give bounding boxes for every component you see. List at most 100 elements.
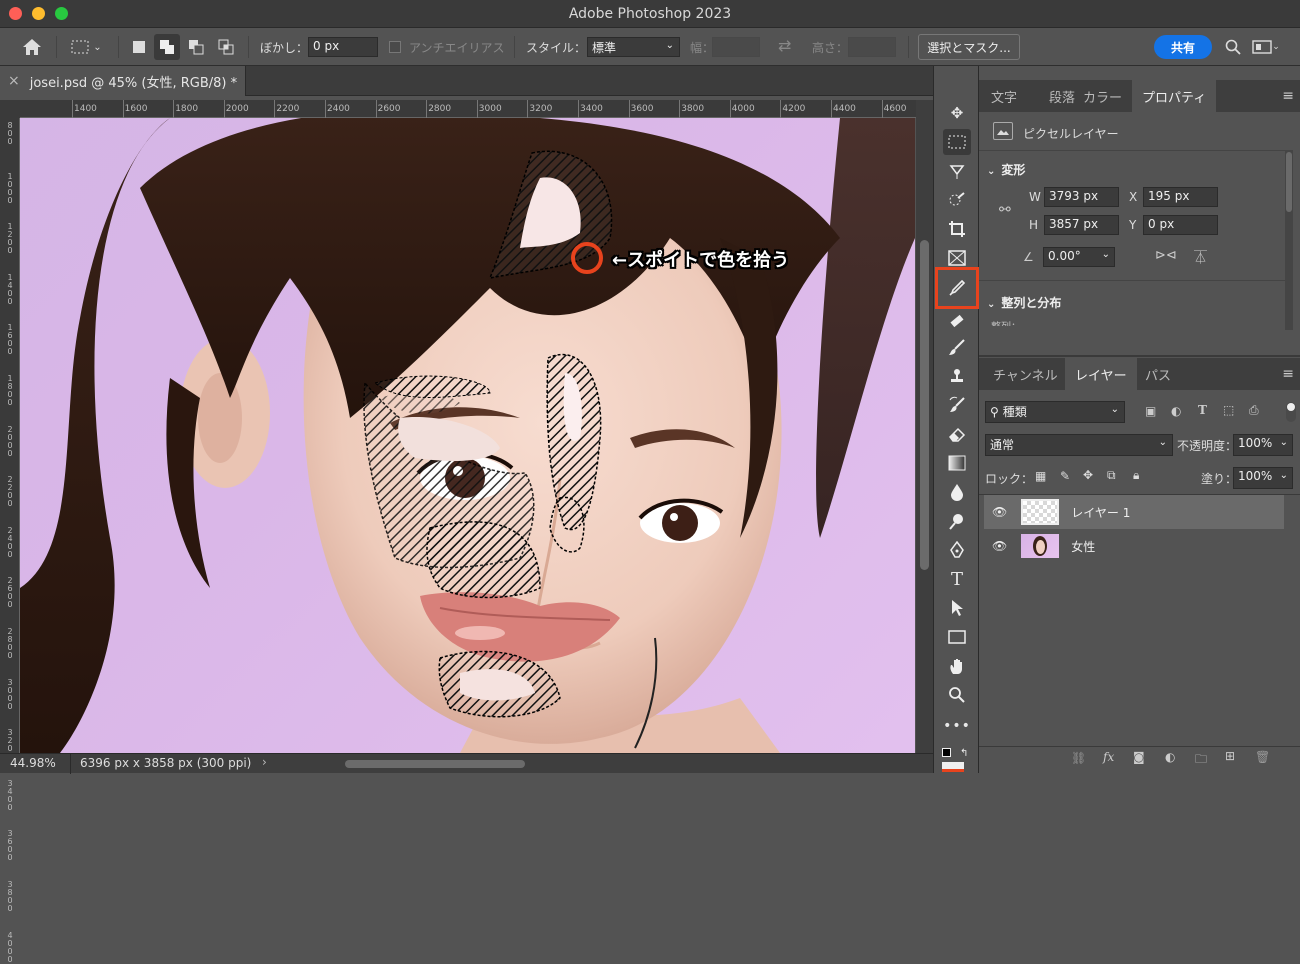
new-selection-icon[interactable] bbox=[128, 34, 150, 60]
dodge-tool-icon[interactable] bbox=[943, 508, 971, 534]
move-tool-icon[interactable]: ✥ bbox=[943, 100, 971, 126]
rectangular-marquee-tool-icon[interactable] bbox=[943, 129, 971, 155]
workspace-icon[interactable]: ⌄ bbox=[1252, 34, 1280, 60]
fill-input[interactable]: 100% ⌄ bbox=[1233, 467, 1293, 489]
add-mask-icon[interactable]: ◙ bbox=[1133, 750, 1145, 764]
brush-tool-icon[interactable] bbox=[943, 334, 971, 360]
y-input-field[interactable]: 0 px bbox=[1143, 215, 1218, 235]
panel-menu-icon[interactable]: ≡ bbox=[1282, 88, 1294, 104]
tab-paths[interactable]: パス bbox=[1135, 358, 1181, 390]
tab-channels[interactable]: チャンネル bbox=[983, 358, 1068, 390]
adjustment-layer-icon[interactable]: ◐ bbox=[1165, 750, 1175, 764]
zoom-level[interactable]: 44.98% bbox=[10, 756, 56, 770]
new-group-icon[interactable]: 🗀︎ bbox=[1195, 750, 1207, 771]
default-colors-icon[interactable] bbox=[942, 748, 951, 757]
layer-row-2[interactable]: 👁︎ 女性 bbox=[984, 529, 1284, 563]
history-brush-tool-icon[interactable] bbox=[943, 392, 971, 418]
lock-artboard-icon[interactable]: ⧉ bbox=[1107, 468, 1116, 483]
horizontal-scroll-thumb[interactable] bbox=[345, 760, 525, 768]
more-tools-icon[interactable]: ••• bbox=[943, 713, 971, 739]
gradient-tool-icon[interactable] bbox=[943, 450, 971, 476]
link-icon[interactable]: ⚯ bbox=[999, 202, 1011, 218]
zoom-tool-icon[interactable] bbox=[943, 682, 971, 708]
ruler-tick-label: 1400 bbox=[74, 104, 97, 114]
layer-name[interactable]: レイヤー 1 bbox=[1071, 504, 1130, 521]
lock-transparent-icon[interactable]: ▦ bbox=[1035, 469, 1046, 483]
status-menu-arrow-icon[interactable]: › bbox=[262, 755, 267, 769]
hand-tool-icon[interactable] bbox=[943, 653, 971, 679]
lock-all-icon[interactable]: 🔒︎ bbox=[1133, 468, 1139, 483]
properties-scroll-thumb[interactable] bbox=[1286, 152, 1292, 212]
intersect-selection-icon[interactable] bbox=[214, 34, 238, 60]
layer-filter-select[interactable]: ⚲ 種類 ⌄ bbox=[985, 401, 1125, 423]
delete-layer-icon[interactable]: 🗑︎ bbox=[1255, 750, 1270, 764]
vertical-scroll-thumb[interactable] bbox=[920, 240, 929, 570]
layers-panel-menu-icon[interactable]: ≡ bbox=[1282, 366, 1294, 382]
quick-selection-tool-icon[interactable] bbox=[943, 187, 971, 213]
type-tool-icon[interactable]: T bbox=[943, 566, 971, 592]
share-button[interactable]: 共有 bbox=[1154, 35, 1212, 59]
color-swatches[interactable]: ↰ bbox=[942, 748, 970, 772]
vertical-scrollbar[interactable] bbox=[916, 100, 933, 753]
tab-properties[interactable]: プロパティ bbox=[1132, 80, 1217, 112]
filter-toggle[interactable] bbox=[1286, 402, 1296, 422]
select-and-mask-button[interactable]: 選択とマスク... bbox=[918, 34, 1020, 60]
swap-icon[interactable]: ⇄ bbox=[778, 36, 791, 55]
crop-tool-icon[interactable] bbox=[943, 216, 971, 242]
flip-vertical-icon[interactable]: ⏄ bbox=[1194, 247, 1207, 266]
vertical-ruler[interactable]: 800 1000 1200 1400 1600 1800 2000 2200 2400 2600 2… bbox=[0, 118, 20, 963]
visibility-eye-icon[interactable]: 👁︎ bbox=[992, 505, 1007, 519]
transform-section-header[interactable]: ⌄ 変形 bbox=[987, 161, 1025, 178]
search-icon[interactable] bbox=[1222, 34, 1244, 60]
path-selection-tool-icon[interactable] bbox=[943, 595, 971, 621]
antialias-checkbox[interactable] bbox=[389, 41, 401, 53]
filter-adjustment-icon[interactable]: ◐ bbox=[1171, 404, 1181, 418]
height-input-field[interactable]: 3857 px bbox=[1044, 215, 1119, 235]
tab-layers[interactable]: レイヤー bbox=[1065, 358, 1137, 390]
width-input-field[interactable]: 3793 px bbox=[1044, 187, 1119, 207]
feather-input[interactable]: 0 px bbox=[308, 37, 378, 57]
layer-style-icon[interactable]: fx bbox=[1103, 750, 1114, 764]
document-canvas[interactable]: ←スポイトで色を拾う bbox=[20, 118, 915, 753]
marquee-preset-picker[interactable]: ⌄ bbox=[64, 34, 108, 60]
filter-smart-object-icon[interactable]: ⎙ bbox=[1249, 403, 1259, 418]
filter-shape-icon[interactable]: ⬚ bbox=[1223, 403, 1234, 417]
pen-tool-icon[interactable] bbox=[943, 537, 971, 563]
clone-stamp-tool-icon[interactable] bbox=[943, 363, 971, 389]
swap-colors-icon[interactable]: ↰ bbox=[960, 748, 968, 759]
blur-tool-icon[interactable] bbox=[943, 479, 971, 505]
layer-name[interactable]: 女性 bbox=[1071, 538, 1095, 555]
home-icon[interactable] bbox=[18, 34, 46, 60]
horizontal-ruler[interactable]: 1400 1600 1800 2000 2200 2400 2600 2800 3000 3200… bbox=[20, 100, 951, 118]
align-section-header[interactable]: ⌄ 整列と分布 bbox=[987, 294, 1061, 311]
lock-position-icon[interactable]: ✥ bbox=[1083, 468, 1093, 482]
subtract-selection-icon[interactable] bbox=[184, 34, 208, 60]
layer-row-1[interactable]: 👁︎ レイヤー 1 bbox=[984, 495, 1284, 529]
close-tab-icon[interactable]: × bbox=[8, 73, 20, 89]
new-layer-icon[interactable]: ⊞ bbox=[1225, 749, 1235, 763]
width-input[interactable] bbox=[712, 37, 760, 57]
rectangle-tool-icon[interactable] bbox=[943, 624, 971, 650]
height-input[interactable] bbox=[848, 37, 896, 57]
visibility-eye-icon[interactable]: 👁︎ bbox=[992, 539, 1007, 553]
lock-image-icon[interactable]: ✎ bbox=[1060, 469, 1070, 483]
add-to-selection-icon[interactable] bbox=[154, 34, 180, 60]
opacity-input[interactable]: 100% ⌄ bbox=[1233, 434, 1293, 456]
ruler-tick-label: 3200 bbox=[529, 104, 553, 114]
foreground-color-swatch[interactable] bbox=[942, 762, 964, 772]
style-select[interactable]: 標準 ⌄ bbox=[587, 37, 680, 57]
link-layers-icon[interactable]: ⛓ bbox=[1071, 751, 1086, 765]
tab-color[interactable]: カラー bbox=[1073, 80, 1132, 112]
eyedropper-tool-icon[interactable] bbox=[943, 275, 971, 301]
x-input-field[interactable]: 195 px bbox=[1143, 187, 1218, 207]
filter-type-icon[interactable]: T bbox=[1198, 403, 1207, 417]
flip-horizontal-icon[interactable]: ⊳⊲ bbox=[1155, 248, 1177, 263]
spot-healing-brush-icon[interactable] bbox=[943, 308, 971, 334]
tab-character[interactable]: 文字 bbox=[981, 80, 1027, 112]
document-tab[interactable]: × josei.psd @ 45% (女性, RGB/8) * bbox=[0, 66, 246, 96]
lasso-tool-icon[interactable] bbox=[943, 158, 971, 184]
filter-pixel-icon[interactable]: ▣ bbox=[1145, 404, 1156, 418]
angle-input[interactable]: 0.00° ⌄ bbox=[1043, 247, 1115, 267]
eraser-tool-icon[interactable] bbox=[943, 421, 971, 447]
blend-mode-select[interactable]: 通常 ⌄ bbox=[985, 434, 1173, 456]
